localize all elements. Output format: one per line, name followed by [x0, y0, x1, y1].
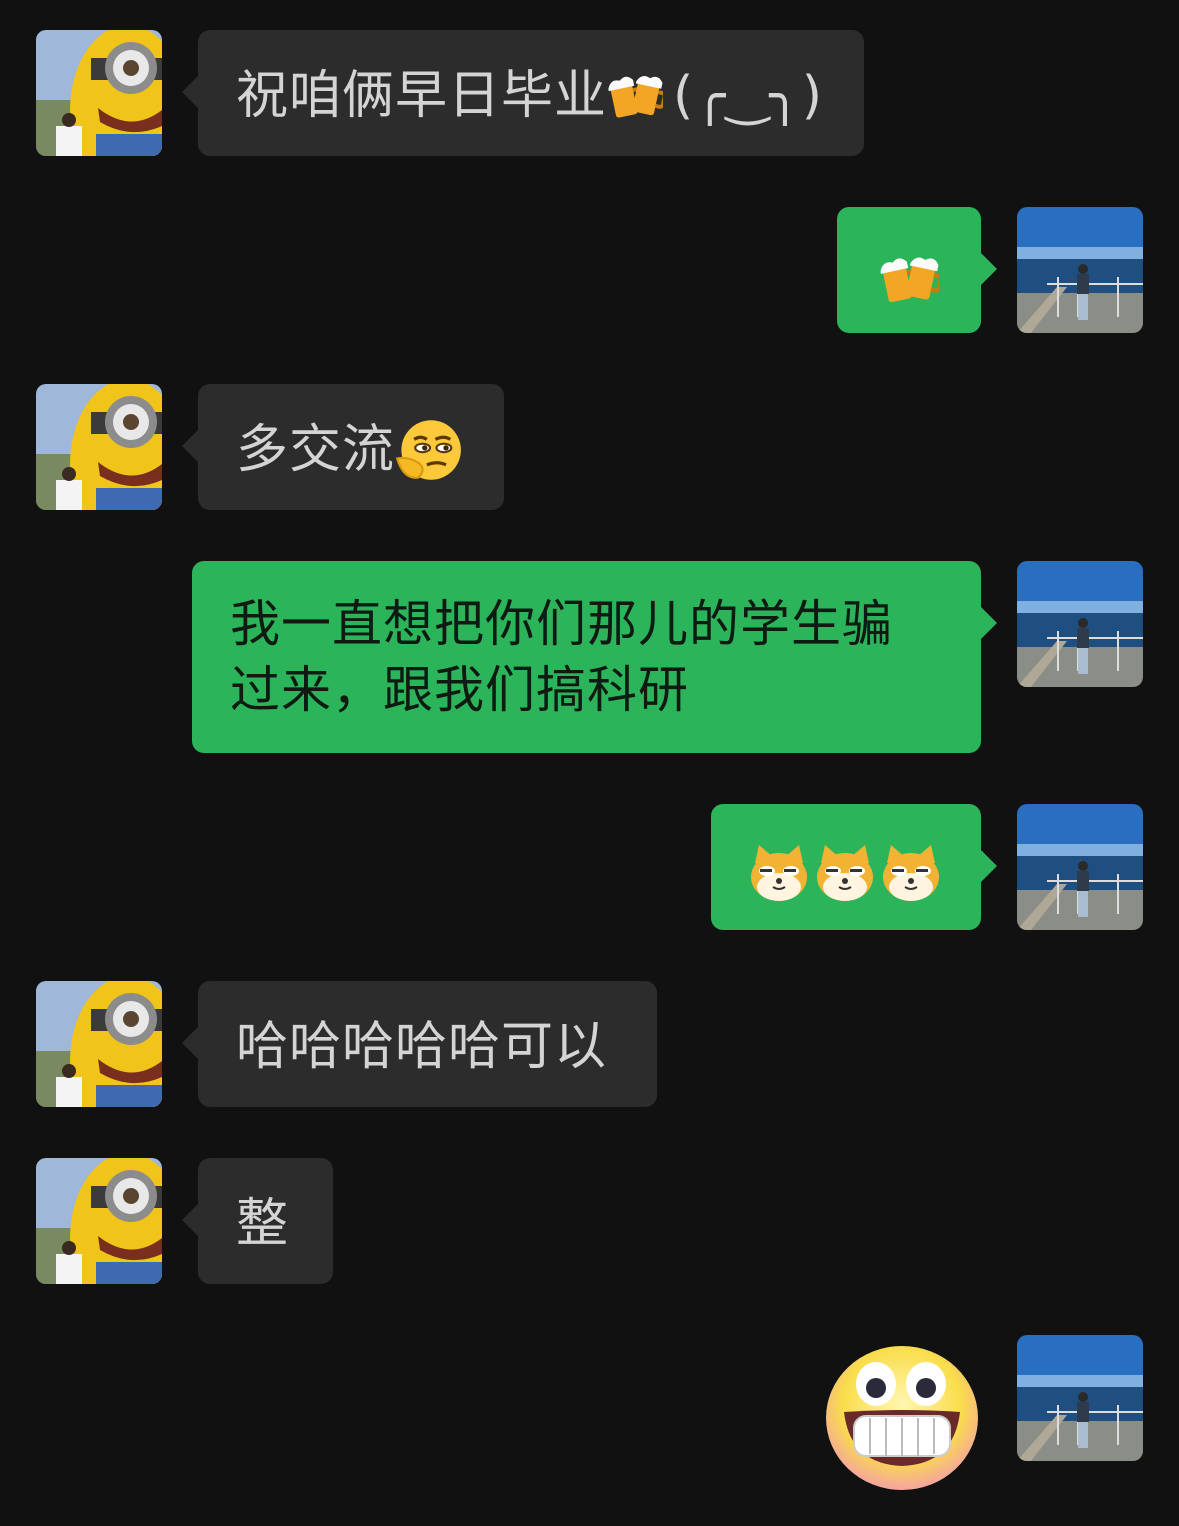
message-text: 我一直想把你们那儿的学生骗过来，跟我们搞科研 [230, 595, 893, 719]
outgoing-message-bubble[interactable] [711, 804, 997, 930]
big-grin-icon [826, 1346, 978, 1490]
message-kaomoji: (╭‿╮) [673, 66, 823, 126]
my-avatar[interactable] [1017, 1335, 1143, 1461]
contact-avatar[interactable] [36, 30, 162, 156]
my-avatar[interactable] [1017, 561, 1143, 687]
message-text: 哈哈哈哈哈可以 [236, 1017, 608, 1077]
bubble-tail [981, 253, 997, 285]
doge-icon [881, 843, 941, 903]
bubble-tail [182, 76, 198, 108]
message-text: 祝咱俩早日毕业 [236, 66, 608, 126]
my-avatar[interactable] [1017, 804, 1143, 930]
message-text: 整 [236, 1194, 290, 1254]
contact-avatar[interactable] [36, 1158, 162, 1284]
contact-avatar[interactable] [36, 384, 162, 510]
doge-icon [815, 843, 875, 903]
incoming-message-bubble[interactable]: 多交流 [182, 384, 504, 510]
bubble-tail [981, 607, 997, 639]
beer-mugs-icon [879, 253, 939, 305]
outgoing-message-bubble[interactable]: 我一直想把你们那儿的学生骗过来，跟我们搞科研 [192, 561, 997, 753]
bubble-tail [981, 850, 997, 882]
outgoing-message-bubble[interactable] [837, 207, 997, 333]
bubble-tail [182, 430, 198, 462]
bubble-tail [182, 1027, 198, 1059]
doge-icon [749, 843, 809, 903]
big-grin-sticker[interactable] [820, 1338, 984, 1494]
my-avatar[interactable] [1017, 207, 1143, 333]
bubble-tail [182, 1204, 198, 1236]
incoming-message-bubble[interactable]: 哈哈哈哈哈可以 [182, 981, 657, 1107]
incoming-message-bubble[interactable]: 祝咱俩早日毕业 (╭‿╮) [182, 30, 864, 156]
beer-mugs-icon [607, 72, 663, 120]
message-text: 多交流 [236, 420, 396, 480]
thinking-smirk-icon [395, 416, 463, 484]
contact-avatar[interactable] [36, 981, 162, 1107]
incoming-message-bubble[interactable]: 整 [182, 1158, 333, 1284]
